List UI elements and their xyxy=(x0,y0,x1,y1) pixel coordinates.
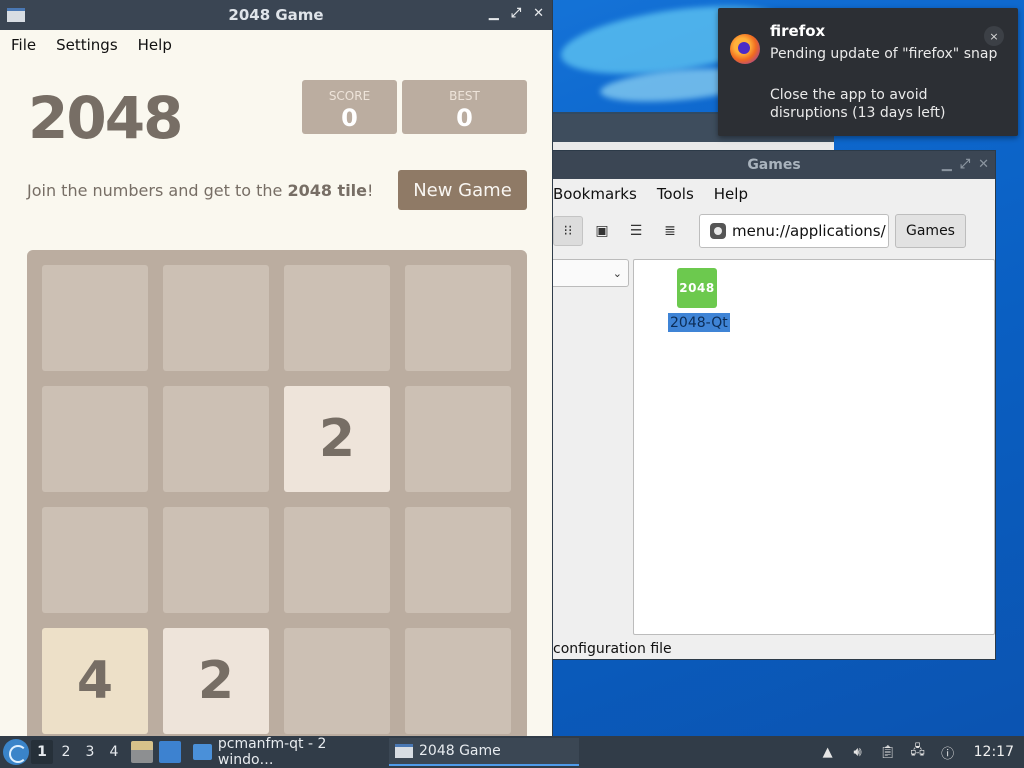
workspace-4[interactable]: 4 xyxy=(103,740,125,764)
clipboard-icon[interactable]: 📋︎ xyxy=(879,744,896,760)
empty-cell xyxy=(42,507,148,613)
file-manager-toolbar: ⁝⁝ ▣ ☰ ≣ menu://applications/ Games xyxy=(553,209,995,253)
compact-view-icon[interactable]: ☰ xyxy=(621,216,651,246)
file-manager-titlebar[interactable]: Games ▁ ⤢ ✕ xyxy=(553,151,995,179)
empty-cell xyxy=(163,386,269,492)
side-pane-selector[interactable]: ⌄ xyxy=(553,259,629,287)
empty-cell xyxy=(405,386,511,492)
task-2048-label: 2048 Game xyxy=(419,743,501,759)
task-2048-game[interactable]: 2048 Game xyxy=(389,738,579,766)
app-2048-icon[interactable]: 2048 xyxy=(677,268,717,308)
menu-help[interactable]: Help xyxy=(714,185,748,203)
icon-view-icon[interactable]: ⁝⁝ xyxy=(553,216,583,246)
tile-4: 4 xyxy=(42,628,148,734)
minimize-icon[interactable]: ▁ xyxy=(942,157,952,172)
network-icon[interactable]: 🖧 xyxy=(910,743,926,760)
file-manager-title: Games xyxy=(747,157,801,173)
file-manager-menubar: Bookmarks Tools Help xyxy=(553,179,995,209)
tile-2: 2 xyxy=(163,628,269,734)
empty-cell xyxy=(405,265,511,371)
game-titlebar[interactable]: 2048 Game ▁ ⤢ ✕ xyxy=(0,0,552,30)
empty-cell xyxy=(163,265,269,371)
detailed-list-view-icon[interactable]: ≣ xyxy=(655,216,685,246)
folder-icon xyxy=(193,744,212,760)
notification-line-2: Close the app to avoid disruptions (13 d… xyxy=(770,87,946,121)
file-manager-window[interactable]: Games ▁ ⤢ ✕ Bookmarks Tools Help ⁝⁝ ▣ ☰ … xyxy=(552,150,996,660)
start-menu-icon[interactable] xyxy=(3,739,29,765)
game-window[interactable]: 2048 Game ▁ ⤢ ✕ File Settings Help 2048 … xyxy=(0,0,553,736)
menu-help[interactable]: Help xyxy=(138,36,172,54)
score-value: 0 xyxy=(341,104,358,132)
window-icon xyxy=(7,8,25,22)
window-icon xyxy=(395,744,413,758)
address-bar[interactable]: menu://applications/ xyxy=(699,214,889,248)
intro-text: Join the numbers and get to the 2048 til… xyxy=(27,181,373,200)
menu-settings[interactable]: Settings xyxy=(56,36,118,54)
minimize-icon[interactable]: ▁ xyxy=(489,6,499,21)
clock[interactable]: 12:17 xyxy=(974,744,1014,760)
best-box: BEST 0 xyxy=(402,80,527,134)
status-bar-text: configuration file xyxy=(553,641,672,657)
notification-close-icon[interactable]: × xyxy=(984,26,1004,46)
game-window-title: 2048 Game xyxy=(228,6,324,24)
notification-popup[interactable]: firefox Pending update of "firefox" snap… xyxy=(718,8,1018,136)
workspace-1[interactable]: 1 xyxy=(31,740,53,764)
empty-cell xyxy=(42,386,148,492)
breadcrumb-games[interactable]: Games xyxy=(895,214,966,248)
empty-cell xyxy=(42,265,148,371)
address-text: menu://applications/ xyxy=(732,222,886,240)
tray-arrow-icon[interactable]: ▲ xyxy=(820,744,836,760)
tile-2: 2 xyxy=(284,386,390,492)
empty-cell xyxy=(284,507,390,613)
file-manager-body: ⌄ 2048 2048-Qt xyxy=(553,259,997,639)
empty-cell xyxy=(163,507,269,613)
new-game-button[interactable]: New Game xyxy=(398,170,527,210)
menu-bookmarks[interactable]: Bookmarks xyxy=(553,185,637,203)
menu-tools[interactable]: Tools xyxy=(657,185,694,203)
location-icon xyxy=(710,223,726,239)
maximize-icon[interactable]: ⤢ xyxy=(960,157,970,172)
intro-text-end: ! xyxy=(367,181,374,200)
empty-cell xyxy=(405,507,511,613)
workspace-3[interactable]: 3 xyxy=(79,740,101,764)
thumbnail-view-icon[interactable]: ▣ xyxy=(587,216,617,246)
menu-file[interactable]: File xyxy=(11,36,36,54)
empty-cell xyxy=(284,265,390,371)
workspace-2[interactable]: 2 xyxy=(55,740,77,764)
game-board[interactable]: 242 xyxy=(27,250,527,736)
empty-cell xyxy=(284,628,390,734)
close-icon[interactable]: ✕ xyxy=(533,6,544,21)
maximize-icon[interactable]: ⤢ xyxy=(511,6,521,21)
best-label: BEST xyxy=(449,89,480,103)
notification-line-1: Pending update of "firefox" snap xyxy=(770,46,998,62)
intro-text-bold: 2048 tile xyxy=(287,181,368,200)
task-pcmanfm[interactable]: pcmanfm-qt - 2 windo… xyxy=(187,736,383,768)
intro-text-start: Join the numbers and get to the xyxy=(27,181,288,200)
folder-view[interactable]: 2048 2048-Qt xyxy=(633,259,995,635)
game-menubar: File Settings Help xyxy=(0,30,552,60)
file-manager-launcher-icon[interactable] xyxy=(131,741,153,763)
taskbar: 1 2 3 4 pcmanfm-qt - 2 windo… 2048 Game … xyxy=(0,736,1024,768)
volume-icon[interactable]: 🔊︎ xyxy=(850,744,866,760)
update-notifier-icon[interactable]: ⓘ xyxy=(940,744,956,762)
empty-cell xyxy=(405,628,511,734)
show-desktop-icon[interactable] xyxy=(159,741,181,763)
app-2048-label[interactable]: 2048-Qt xyxy=(668,313,730,332)
firefox-icon xyxy=(730,34,760,64)
score-label: SCORE xyxy=(328,89,371,103)
score-box: SCORE 0 xyxy=(302,80,397,134)
system-tray: ▲ 🔊︎ 📋︎ 🖧 ⓘ 12:17 xyxy=(820,743,1024,762)
close-icon[interactable]: ✕ xyxy=(978,157,989,172)
task-pcmanfm-label: pcmanfm-qt - 2 windo… xyxy=(217,736,327,768)
notification-title: firefox xyxy=(770,22,826,40)
chevron-down-icon: ⌄ xyxy=(612,266,622,280)
game-logo: 2048 xyxy=(28,84,183,152)
best-value: 0 xyxy=(456,104,473,132)
